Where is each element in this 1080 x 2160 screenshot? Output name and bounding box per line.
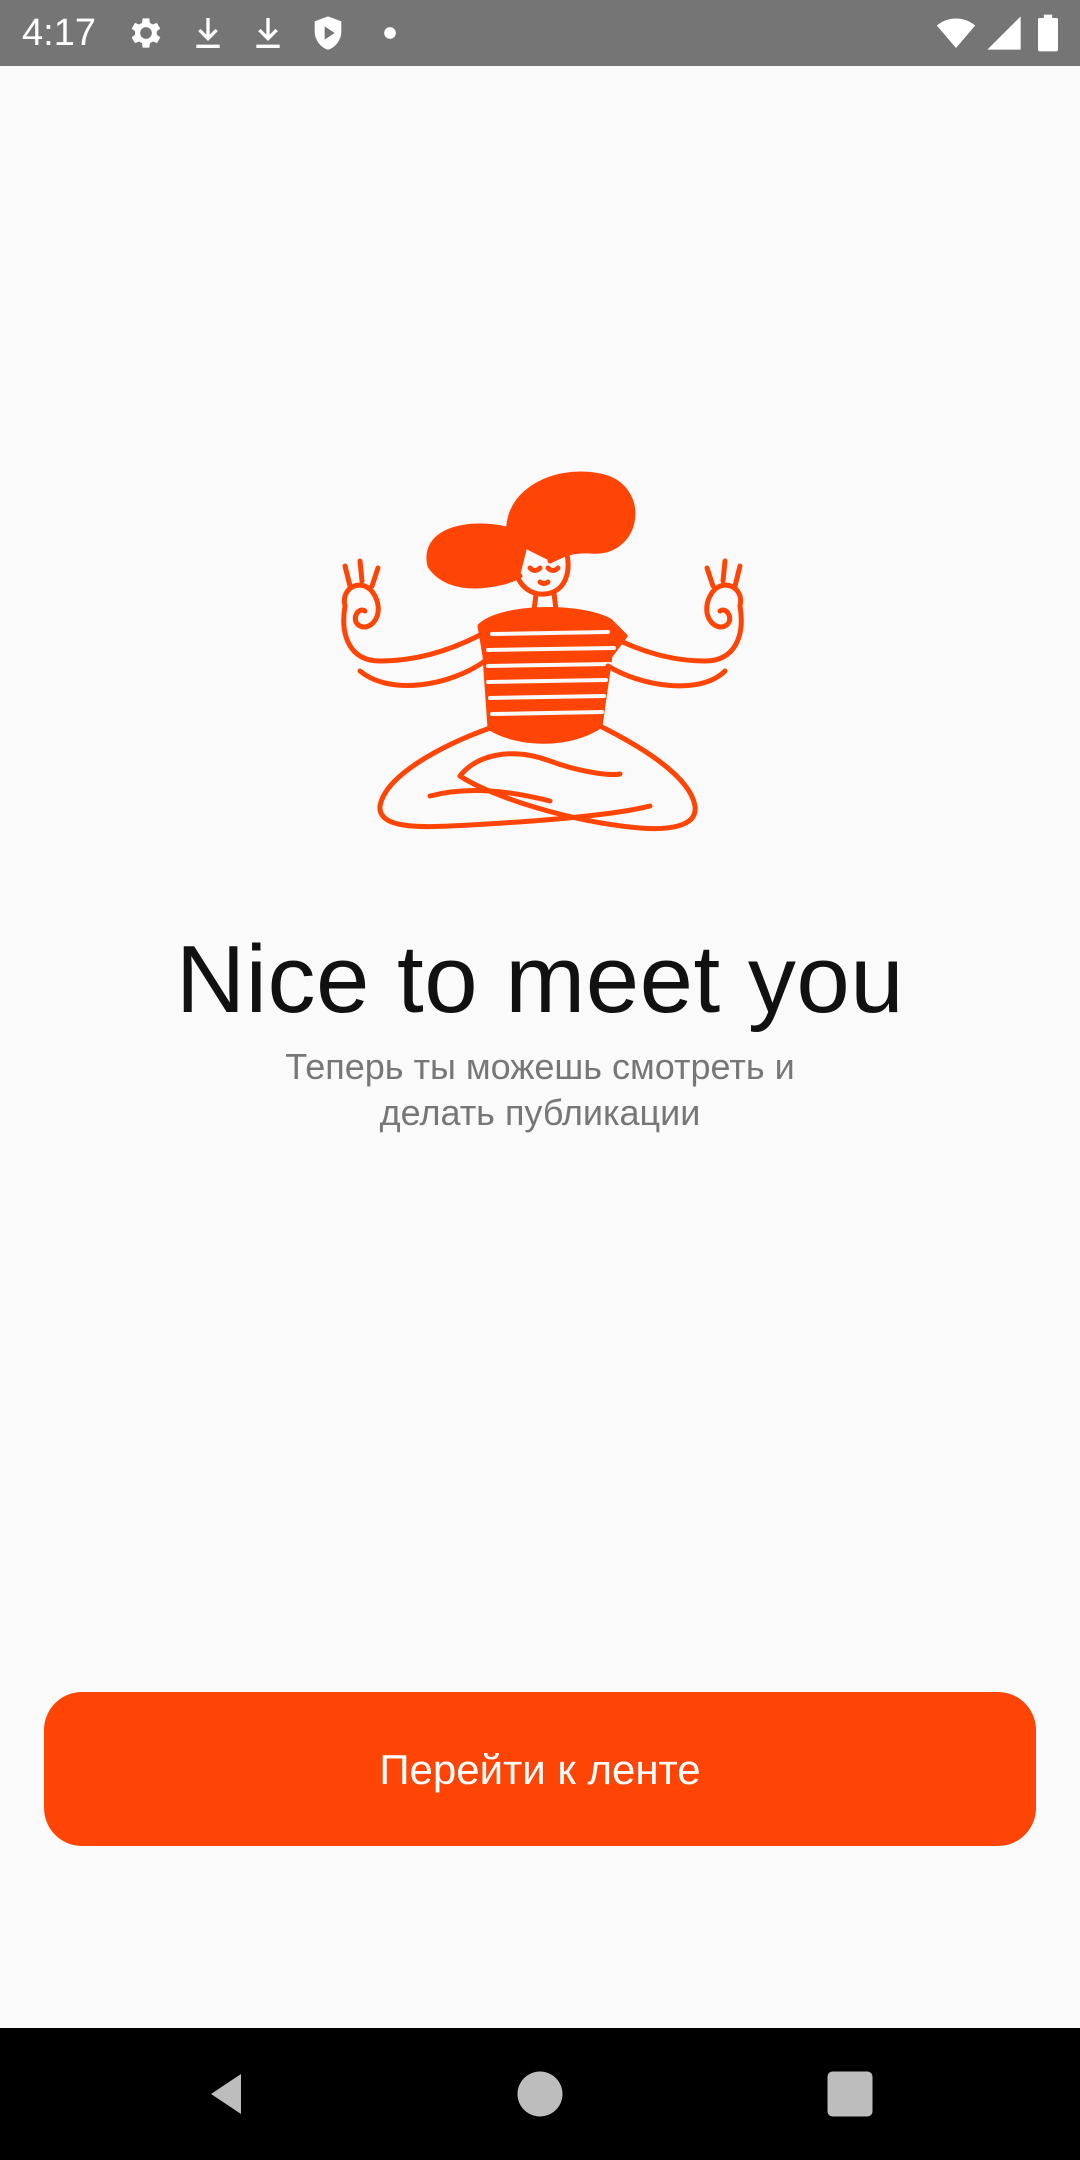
recents-icon[interactable] (820, 2064, 880, 2124)
go-to-feed-button[interactable]: Перейти к ленте (44, 1692, 1036, 1846)
shield-play-icon (308, 13, 348, 53)
subtitle-line-1: Теперь ты можешь смотреть и (285, 1046, 795, 1087)
page-title: Nice to meet you (175, 926, 905, 1033)
navigation-bar (0, 2028, 1080, 2160)
status-bar: 4:17 (0, 0, 1080, 66)
subtitle: Теперь ты можешь смотреть и делать публи… (190, 1044, 890, 1136)
status-time: 4:17 (22, 12, 96, 54)
battery-icon (1034, 13, 1062, 53)
wifi-icon (934, 13, 978, 53)
download-icon (248, 13, 288, 53)
download-icon (188, 13, 228, 53)
back-icon[interactable] (196, 2064, 256, 2124)
home-icon[interactable] (510, 2064, 570, 2124)
dot-icon (370, 13, 410, 53)
main-content: Nice to meet you Теперь ты можешь смотре… (0, 66, 1080, 2028)
gear-icon (126, 13, 166, 53)
subtitle-line-2: делать публикации (379, 1092, 701, 1133)
signal-icon (984, 13, 1024, 53)
meditating-woman-illustration (310, 456, 770, 876)
